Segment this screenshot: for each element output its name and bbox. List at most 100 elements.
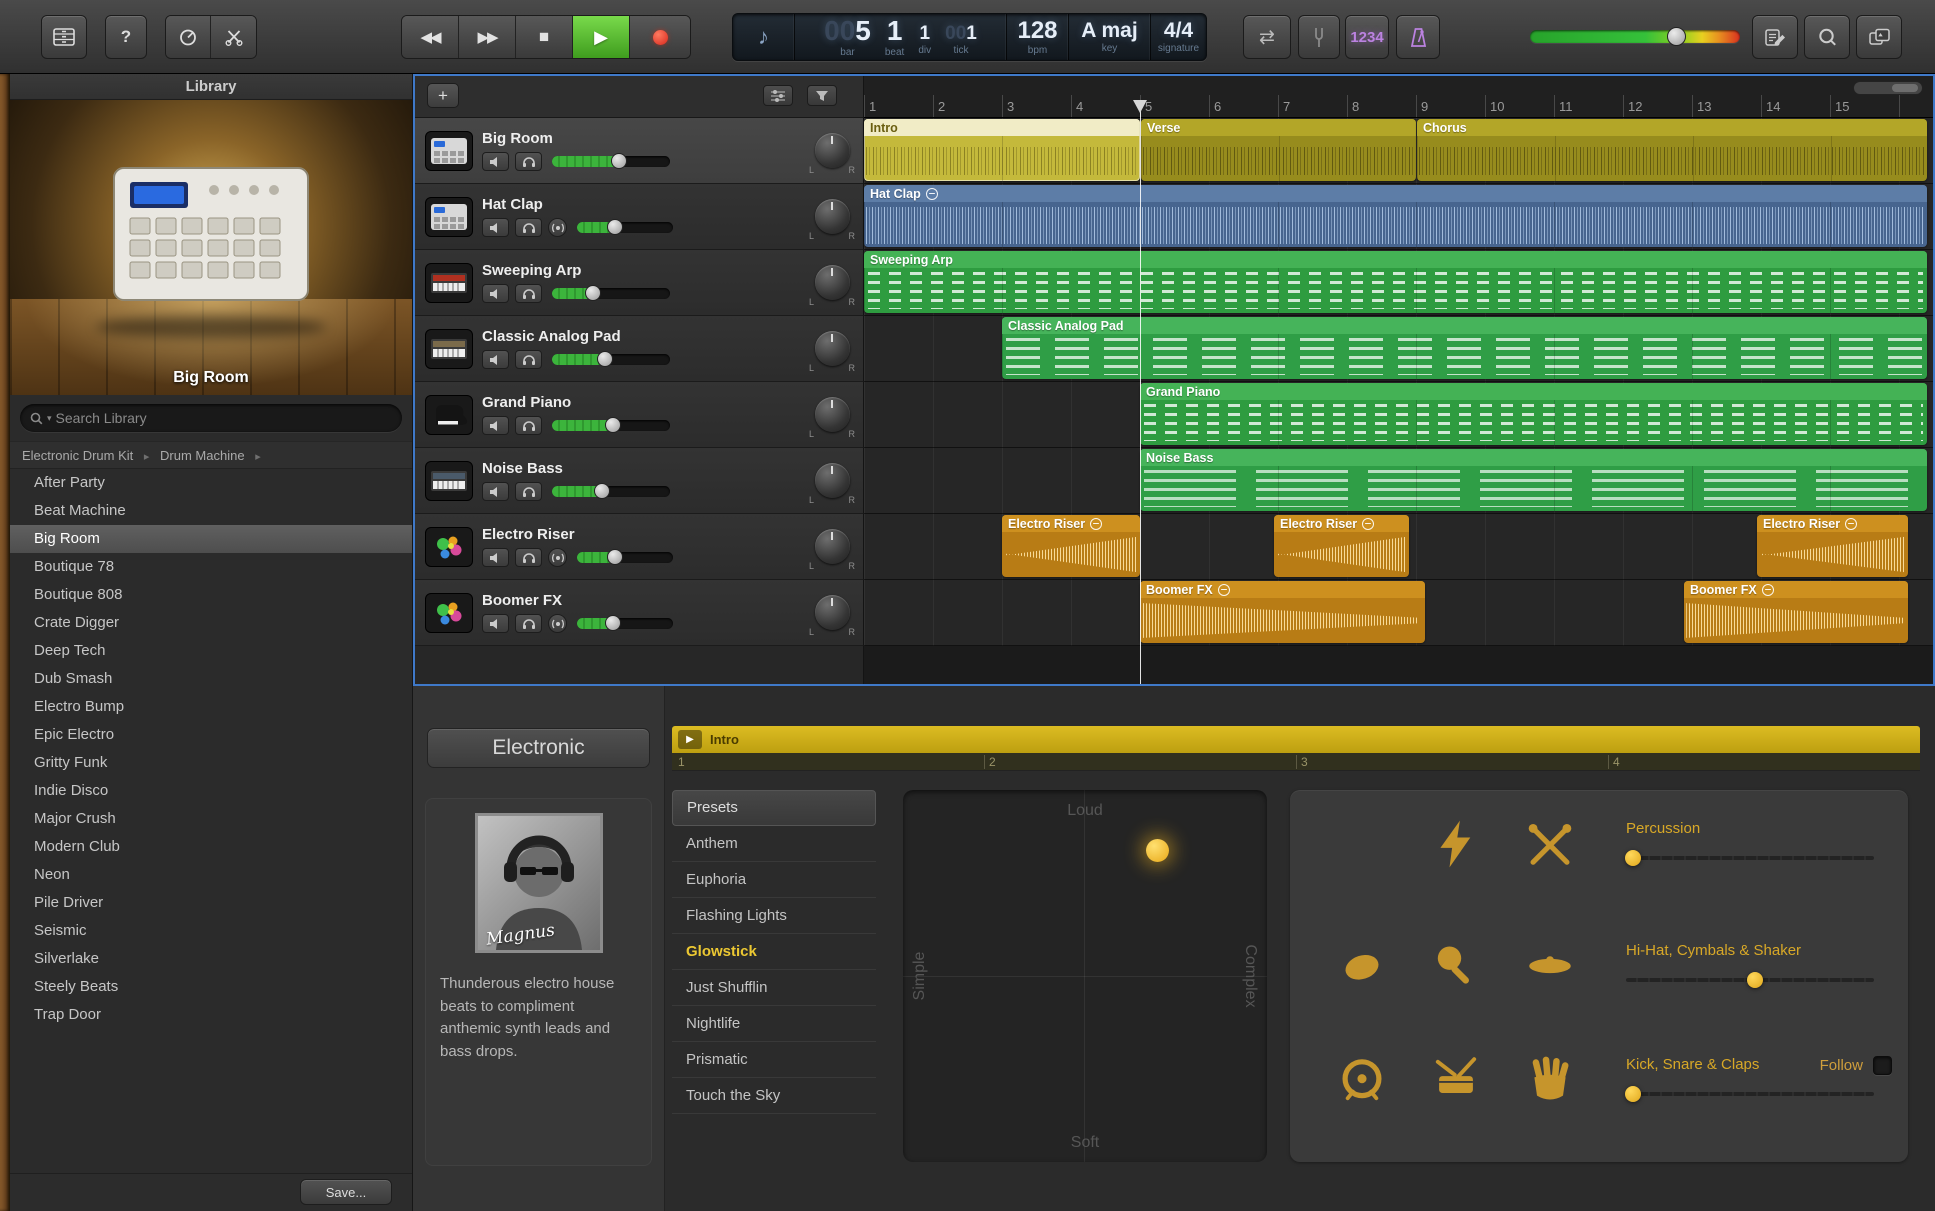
region-electro-riser[interactable]: Electro Riser bbox=[1757, 515, 1908, 577]
solo-button[interactable] bbox=[515, 152, 542, 171]
cymbal-icon[interactable] bbox=[1524, 940, 1576, 992]
lane-sweeping-arp[interactable]: Sweeping Arp bbox=[864, 250, 1935, 316]
timeline-empty-area[interactable] bbox=[864, 646, 1935, 686]
patch-list-item[interactable]: Trap Door bbox=[10, 1001, 412, 1029]
percussion-slider-thumb[interactable] bbox=[1625, 850, 1642, 866]
track-header-big-room[interactable]: Big Room L R bbox=[413, 118, 864, 184]
mute-button[interactable] bbox=[482, 548, 509, 567]
snare-drum-icon[interactable] bbox=[1430, 1054, 1482, 1106]
library-search[interactable]: ▾ bbox=[20, 404, 402, 432]
clap-hand-icon[interactable] bbox=[1524, 1054, 1576, 1106]
pan-knob[interactable] bbox=[814, 463, 850, 498]
pan-knob[interactable] bbox=[814, 595, 850, 630]
mixer-view-button[interactable] bbox=[763, 85, 793, 106]
patch-list-item[interactable]: Major Crush bbox=[10, 805, 412, 833]
lcd-signature-segment[interactable]: 4/4 signature bbox=[1151, 14, 1206, 60]
patch-list-item[interactable]: Epic Electro bbox=[10, 721, 412, 749]
patch-list-item[interactable]: Steely Beats bbox=[10, 973, 412, 1001]
region-grand-piano[interactable]: Grand Piano bbox=[1140, 383, 1927, 445]
volume-thumb[interactable] bbox=[593, 483, 610, 499]
preset-item[interactable]: Flashing Lights bbox=[672, 898, 876, 934]
patch-list-item[interactable]: Beat Machine bbox=[10, 497, 412, 525]
library-toggle-button[interactable] bbox=[41, 15, 87, 59]
breadcrumb-level-1[interactable]: Electronic Drum Kit bbox=[22, 448, 133, 463]
preset-item-selected[interactable]: Glowstick bbox=[672, 934, 876, 970]
electronic-fx-icon[interactable] bbox=[1430, 818, 1482, 870]
volume-thumb[interactable] bbox=[607, 549, 624, 565]
count-in-button[interactable]: 1234 bbox=[1345, 15, 1389, 59]
pan-knob[interactable] bbox=[814, 133, 850, 168]
track-header-hat-clap[interactable]: Hat Clap L R bbox=[413, 184, 864, 250]
region-electro-riser[interactable]: Electro Riser bbox=[1274, 515, 1409, 577]
volume-slider[interactable] bbox=[552, 351, 670, 367]
volume-slider[interactable] bbox=[552, 153, 670, 169]
patch-list-item[interactable]: After Party bbox=[10, 469, 412, 497]
region-boomer-fx[interactable]: Boomer FX bbox=[1684, 581, 1908, 643]
track-header-grand-piano[interactable]: Grand Piano L R bbox=[413, 382, 864, 448]
zoom-slider[interactable] bbox=[1853, 81, 1923, 95]
play-button[interactable]: ▶ bbox=[573, 16, 630, 58]
xy-pad[interactable]: Loud Soft Simple Complex bbox=[903, 790, 1267, 1162]
input-monitor-button[interactable] bbox=[548, 548, 567, 567]
pan-knob[interactable] bbox=[814, 331, 850, 366]
style-button[interactable]: Electronic bbox=[427, 728, 650, 768]
lcd-key-segment[interactable]: A maj key bbox=[1069, 14, 1151, 60]
patch-list-item[interactable]: Modern Club bbox=[10, 833, 412, 861]
volume-slider[interactable] bbox=[577, 219, 673, 235]
lane-electro-riser[interactable]: Electro Riser Electro Riser Electro Rise… bbox=[864, 514, 1935, 580]
volume-slider[interactable] bbox=[552, 483, 670, 499]
track-header-electro-riser[interactable]: Electro Riser L R bbox=[413, 514, 864, 580]
solo-button[interactable] bbox=[515, 350, 542, 369]
xy-puck[interactable] bbox=[1145, 838, 1169, 862]
mute-button[interactable] bbox=[482, 416, 509, 435]
region-electro-riser[interactable]: Electro Riser bbox=[1002, 515, 1140, 577]
smart-controls-button[interactable] bbox=[166, 16, 211, 58]
mute-button[interactable] bbox=[482, 614, 509, 633]
kick-slider-thumb[interactable] bbox=[1625, 1086, 1642, 1102]
maraca-icon[interactable] bbox=[1430, 940, 1482, 992]
breadcrumb[interactable]: Electronic Drum Kit ▸ Drum Machine ▸ bbox=[10, 441, 412, 469]
preset-item[interactable]: Prismatic bbox=[672, 1042, 876, 1078]
volume-slider[interactable] bbox=[552, 285, 670, 301]
track-header-sweeping-arp[interactable]: Sweeping Arp L R bbox=[413, 250, 864, 316]
patch-list-item[interactable]: Boutique 808 bbox=[10, 581, 412, 609]
volume-thumb[interactable] bbox=[597, 351, 614, 367]
region-boomer-fx[interactable]: Boomer FX bbox=[1140, 581, 1425, 643]
playhead[interactable] bbox=[1133, 100, 1147, 684]
kick-slider[interactable] bbox=[1625, 1086, 1874, 1102]
preset-item[interactable]: Touch the Sky bbox=[672, 1078, 876, 1114]
solo-button[interactable] bbox=[515, 548, 542, 567]
pan-knob[interactable] bbox=[814, 265, 850, 300]
mute-button[interactable] bbox=[482, 350, 509, 369]
preset-item[interactable]: Anthem bbox=[672, 826, 876, 862]
mute-button[interactable] bbox=[482, 218, 509, 237]
lane-classic-analog-pad[interactable]: Classic Analog Pad bbox=[864, 316, 1935, 382]
editor-region-strip[interactable]: ▶ Intro bbox=[672, 726, 1920, 753]
mute-button[interactable] bbox=[482, 152, 509, 171]
patch-list-item[interactable]: Pile Driver bbox=[10, 889, 412, 917]
follow-checkbox[interactable] bbox=[1873, 1056, 1892, 1075]
note-pad-button[interactable] bbox=[1752, 15, 1798, 59]
lcd-mode-segment[interactable]: ♪ bbox=[733, 14, 795, 60]
lane-big-room[interactable]: Intro Verse Chorus bbox=[864, 118, 1935, 184]
master-volume-thumb[interactable] bbox=[1666, 27, 1686, 46]
volume-thumb[interactable] bbox=[585, 285, 602, 301]
mute-button[interactable] bbox=[482, 284, 509, 303]
solo-button[interactable] bbox=[515, 284, 542, 303]
patch-list-item[interactable]: Deep Tech bbox=[10, 637, 412, 665]
input-monitor-button[interactable] bbox=[548, 218, 567, 237]
volume-thumb[interactable] bbox=[607, 219, 624, 235]
presets-header[interactable]: Presets bbox=[672, 790, 876, 826]
lane-grand-piano[interactable]: Grand Piano bbox=[864, 382, 1935, 448]
track-header-classic-analog-pad[interactable]: Classic Analog Pad L R bbox=[413, 316, 864, 382]
drumsticks-icon[interactable] bbox=[1524, 818, 1576, 870]
volume-thumb[interactable] bbox=[605, 417, 622, 433]
breadcrumb-level-2[interactable]: Drum Machine bbox=[160, 448, 245, 463]
volume-thumb[interactable] bbox=[611, 153, 628, 169]
master-volume-slider[interactable] bbox=[1530, 27, 1740, 46]
editors-button[interactable] bbox=[211, 16, 256, 58]
record-button[interactable] bbox=[630, 16, 690, 58]
patch-list-item[interactable]: Seismic bbox=[10, 917, 412, 945]
volume-slider[interactable] bbox=[552, 417, 670, 433]
lcd-display[interactable]: ♪ 005 bar 1 beat 1 div 001 tick 128 bpm A maj… bbox=[732, 13, 1207, 61]
